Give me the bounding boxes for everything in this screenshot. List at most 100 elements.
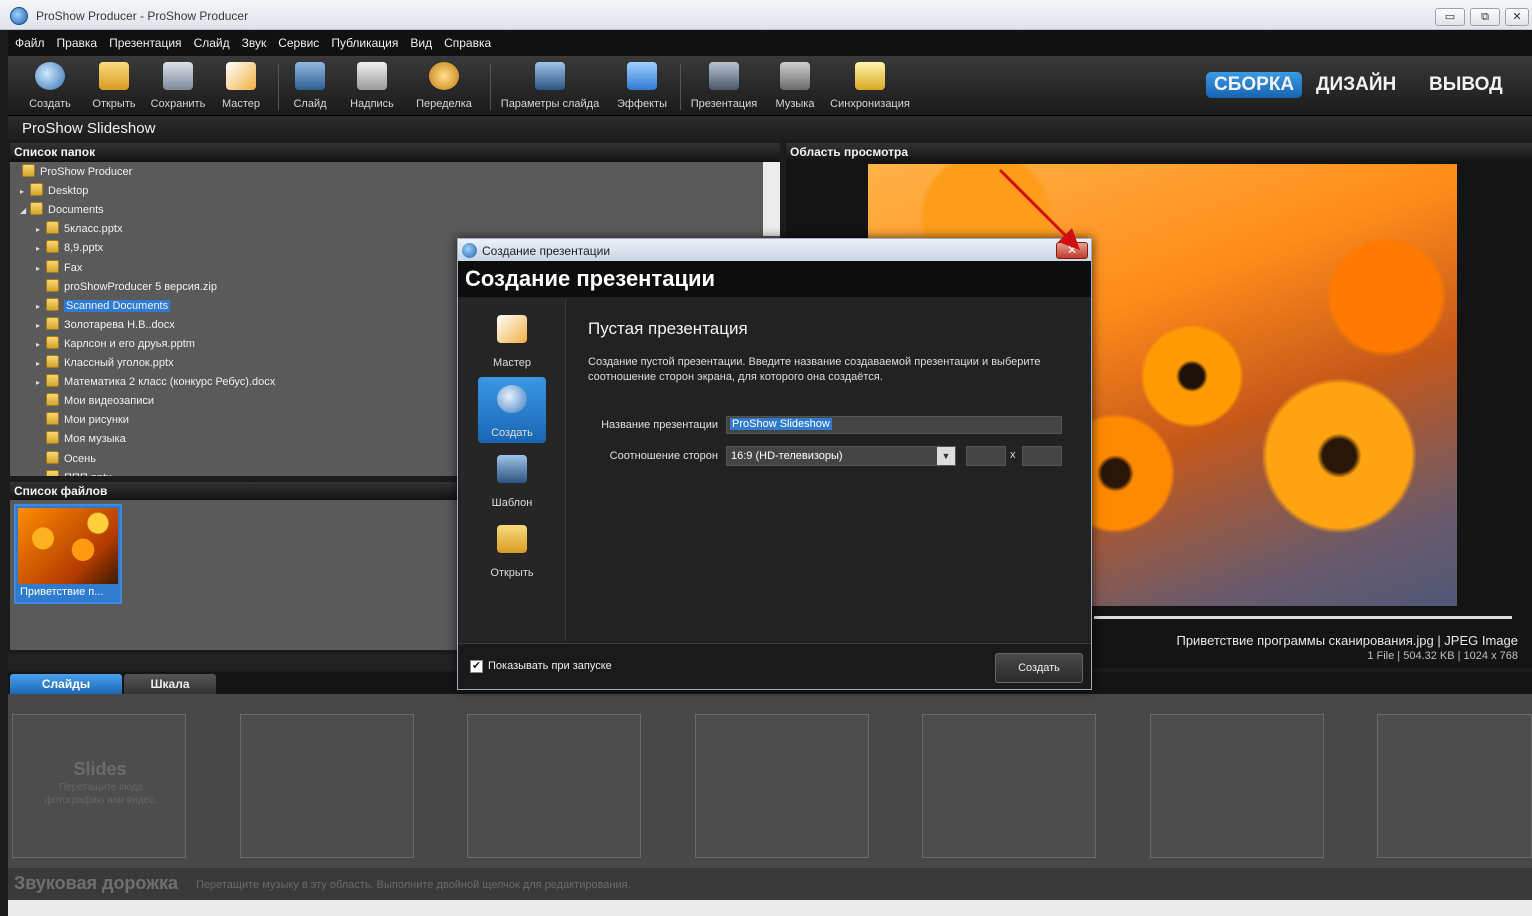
sidebar-item-open[interactable]: Открыть (478, 517, 546, 583)
folder-icon (46, 240, 59, 254)
folder-tree-item[interactable]: ▸ Scanned Documents (36, 297, 171, 316)
show-on-start-label: Показывать при запуске (488, 660, 612, 672)
folder-list-header: Список папок (10, 143, 780, 162)
audio-track[interactable]: Звуковая дорожка Перетащите музыку в эту… (8, 868, 1532, 900)
minimize-button[interactable]: ▭ (1435, 8, 1465, 26)
slide-slot[interactable] (922, 714, 1096, 858)
slide-slot[interactable] (1377, 714, 1532, 858)
folder-tree-item[interactable]: ▸ ППП.pptx (36, 469, 112, 476)
expand-arrow-icon[interactable]: ▸ (36, 240, 46, 258)
folder-tree-item[interactable]: proShowProducer 5 версия.zip (36, 278, 217, 296)
expand-arrow-icon[interactable]: ▸ (36, 336, 46, 354)
slide-slot[interactable]: Slides Перетащите сюда фотографию или ви… (12, 714, 186, 858)
show-on-start-checkbox[interactable]: ✔ (470, 660, 483, 673)
slide-slot[interactable] (1150, 714, 1324, 858)
aspect-height-input[interactable] (1022, 446, 1062, 466)
toolbar-sync-button[interactable]: Синхронизация (828, 62, 912, 114)
toolbar-create-button[interactable]: Создать (24, 62, 76, 114)
toolbar-caption-button[interactable]: Надпись (346, 62, 398, 114)
toolbar-save-button[interactable]: Сохранить (148, 62, 208, 114)
expand-arrow-icon[interactable]: ▸ (36, 317, 46, 335)
toolbar-slide-options-button[interactable]: Параметры слайда (498, 62, 602, 114)
restore-button[interactable]: ⧉ (1470, 8, 1500, 26)
slide-slot[interactable] (467, 714, 641, 858)
slide-slot[interactable] (695, 714, 869, 858)
expand-arrow-icon[interactable]: ▸ (36, 260, 46, 278)
panel-splitter[interactable] (8, 654, 458, 670)
aspect-ratio-select[interactable]: 16:9 (HD-телевизоры) ▼ (726, 446, 956, 466)
toolbar-wizard-button[interactable]: Мастер (216, 62, 266, 114)
aspect-separator: x (1010, 449, 1016, 461)
folder-tree-item[interactable]: ◢ Documents (20, 201, 104, 219)
folder-tree-item[interactable]: ▸ 5класс.pptx (36, 220, 122, 238)
toolbar-open-button[interactable]: Открыть (88, 62, 140, 114)
chevron-down-icon[interactable]: ▼ (937, 447, 955, 465)
expand-arrow-icon[interactable]: ▸ (36, 355, 46, 373)
close-window-button[interactable]: ✕ (1505, 8, 1529, 26)
sidebar-item-label: Открыть (490, 567, 534, 579)
slide-slot[interactable] (240, 714, 414, 858)
toolbar-caption-label: Надпись (350, 98, 394, 110)
menu-audio[interactable]: Звук (235, 30, 272, 50)
menu-edit[interactable]: Правка (50, 30, 103, 50)
dialog-sidebar: Мастер Создать Шаблон Открыть (460, 299, 566, 641)
create-icon (497, 385, 527, 413)
folder-tree-item[interactable]: ▸ Золотарева Н.В..docx (36, 316, 175, 334)
expand-arrow-icon[interactable]: ▸ (36, 298, 46, 316)
folder-tree-item[interactable]: Осень (36, 450, 96, 468)
dialog-window-title: Создание презентации (482, 244, 611, 258)
template-icon (497, 455, 527, 483)
expand-arrow-icon[interactable]: ▸ (36, 221, 46, 239)
create-button[interactable]: Создать (995, 653, 1083, 683)
folder-tree-item[interactable]: ▸ 8,9.pptx (36, 239, 103, 257)
menu-view[interactable]: Вид (403, 30, 437, 50)
menu-show[interactable]: Презентация (102, 30, 187, 50)
sidebar-item-template[interactable]: Шаблон (478, 447, 546, 513)
horizontal-scrollbar[interactable] (8, 900, 1532, 916)
folder-tree-item[interactable]: ▸ Математика 2 класс (конкурс Ребус).docx (36, 373, 275, 391)
mode-build-tab[interactable]: СБОРКА (1206, 72, 1303, 98)
window-titlebar: ProShow Producer - ProShow Producer ▭ ⧉ … (0, 0, 1532, 30)
menu-slide[interactable]: Слайд (187, 30, 235, 50)
folder-tree-item[interactable]: Моя музыка (36, 430, 126, 448)
presentation-name-input[interactable]: ProShow Slideshow (726, 416, 1062, 434)
folder-tree-item[interactable]: ▸ Карлсон и его друья.pptm (36, 335, 195, 353)
expand-arrow-icon[interactable]: ▸ (36, 374, 46, 392)
toolbar-effects-button[interactable]: Эффекты (612, 62, 672, 114)
folder-tree-item[interactable]: ▸ Классный уголок.pptx (36, 354, 174, 372)
toolbar-music-button[interactable]: Музыка (772, 62, 818, 114)
tab-slides[interactable]: Слайды (10, 674, 122, 694)
sidebar-item-create[interactable]: Создать (478, 377, 546, 443)
remix-icon (429, 62, 459, 90)
file-thumbnail[interactable]: Приветствие п... (14, 504, 122, 604)
mode-output-tab[interactable]: ВЫВОД (1429, 72, 1503, 98)
dialog-content: Пустая презентация Создание пустой презе… (568, 299, 1089, 641)
tab-timeline[interactable]: Шкала (124, 674, 216, 694)
menu-file[interactable]: Файл (8, 30, 50, 50)
toolbar-remix-label: Переделка (416, 98, 472, 110)
dialog-heading: Пустая презентация (588, 319, 748, 338)
menu-help[interactable]: Справка (437, 30, 496, 50)
toolbar-separator (680, 64, 681, 110)
toolbar-remix-button[interactable]: Переделка (412, 62, 476, 114)
toolbar-show-options-button[interactable]: Презентация (688, 62, 760, 114)
sidebar-item-wizard[interactable]: Мастер (478, 307, 546, 373)
aspect-width-input[interactable] (966, 446, 1006, 466)
toolbar-create-label: Создать (29, 98, 71, 110)
expand-arrow-icon[interactable]: ◢ (20, 202, 30, 220)
aspect-ratio-value: 16:9 (HD-телевизоры) (731, 450, 843, 462)
toolbar-slide-button[interactable]: Слайд (288, 62, 332, 114)
folder-tree-item[interactable]: ▸ Desktop (20, 182, 88, 200)
folder-tree-item[interactable]: ▸ Fax (36, 259, 82, 277)
menu-publish[interactable]: Публикация (324, 30, 403, 50)
folder-tree-item[interactable]: Мои рисунки (36, 411, 129, 429)
folder-tree-item-label: Математика 2 класс (конкурс Ребус).docx (64, 376, 276, 389)
folder-tree-item[interactable]: ProShow Producer (12, 163, 132, 181)
expand-arrow-icon[interactable]: ▸ (20, 183, 30, 201)
mode-design-tab[interactable]: ДИЗАЙН (1316, 72, 1396, 98)
folder-tree-item[interactable]: Мои видеозаписи (36, 392, 154, 410)
toolbar-save-label: Сохранить (150, 98, 206, 110)
menu-tools[interactable]: Сервис (271, 30, 324, 50)
expand-arrow-icon[interactable]: ▸ (36, 470, 46, 476)
folder-tree-scrollbar[interactable] (763, 162, 780, 236)
